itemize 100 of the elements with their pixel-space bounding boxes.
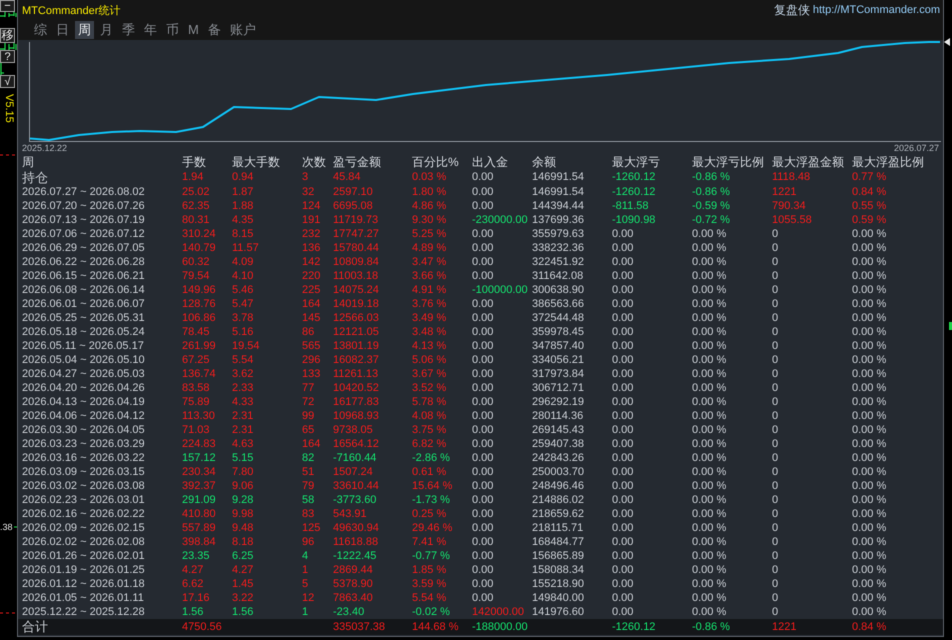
table-cell: 0.00 [472,297,494,311]
table-cell: 71.03 [182,423,210,437]
period-tab[interactable]: 币 [163,21,182,39]
column-header: 最大浮盈金额 [772,155,844,170]
table-cell: 359978.45 [532,325,584,339]
table-cell: 0 [772,451,778,465]
table-cell: 12 [302,591,314,605]
move-button[interactable]: 移 [0,28,15,43]
table-cell: 16564.12 [333,437,379,451]
table-cell: 0 [772,591,778,605]
table-cell: 10968.93 [333,409,379,423]
table-cell: 6.62 [182,577,204,591]
table-cell: 8.18 [232,535,254,549]
table-cell: 0.00 [612,437,634,451]
table-cell: 0.00 % [692,507,726,521]
period-tab[interactable]: 备 [204,21,224,39]
period-tab[interactable]: 账户 [226,21,259,39]
table-cell: 9.98 [232,507,254,521]
check-button[interactable]: √ [0,75,15,88]
table-cell: 3 [302,170,308,185]
table-cell: 3.47 % [412,255,446,269]
period-tab[interactable]: 周 [75,21,94,39]
table-cell: 0.00 [612,521,634,535]
table-cell: 220 [302,269,320,283]
table-cell: 0.00 % [692,255,726,269]
table-cell: 4.09 [232,255,254,269]
table-cell: 86 [302,325,314,339]
table-cell: 355979.63 [532,227,584,241]
period-tab[interactable]: M [185,21,202,39]
table-cell: 0.00 % [852,227,886,241]
table-cell: 1.56 [232,605,254,619]
table-cell: 0 [772,339,778,353]
table-cell: 16177.83 [333,395,379,409]
table-cell: 1055.58 [772,213,812,227]
table-cell: 392.37 [182,479,216,493]
minus-button[interactable]: − [0,0,15,12]
table-cell: 145 [302,311,320,325]
table-cell: -811.58 [612,199,648,213]
table-cell: 0 [772,535,778,549]
table-cell: 4.91 % [412,283,446,297]
table-cell: 0 [772,493,778,507]
row-label: 2026.07.27 ~ 2026.08.02 [22,185,145,199]
period-tab[interactable]: 季 [119,21,138,39]
table-cell: 0 [772,311,778,325]
table-cell: 0.00 [472,199,494,213]
table-cell: 790.34 [772,199,806,213]
column-header: 余额 [532,155,556,170]
row-label: 2026.07.20 ~ 2026.07.26 [22,199,145,213]
period-tab[interactable]: 月 [97,21,116,39]
table-cell: 7863.40 [333,591,373,605]
table-cell: 0.00 [612,535,634,549]
period-tab[interactable]: 综 [31,21,50,39]
table-cell: 0.00 [472,269,494,283]
table-cell: 113.30 [182,409,215,423]
table-cell: 15780.44 [333,241,379,255]
table-cell: 0.00 [472,507,494,521]
table-cell: 0 [772,283,778,297]
row-label: 2026.03.02 ~ 2026.03.08 [22,479,145,493]
website-link[interactable]: http://MTCommander.com [812,4,940,16]
table-cell: 12121.05 [333,325,379,339]
table-cell: 0.00 % [692,479,726,493]
window-title: MTCommander统计 [22,4,120,18]
table-cell: -0.72 % [692,213,730,227]
table-cell: -7160.44 [333,451,376,465]
row-label: 2026.04.27 ~ 2026.05.03 [22,367,145,381]
table-cell: 0 [772,549,778,563]
table-cell: 0.00 [612,605,634,619]
table-cell: 0.00 [612,549,634,563]
row-label: 2026.04.20 ~ 2026.04.26 [22,381,145,395]
table-cell: 3.62 [232,367,254,381]
table-cell: 0.00 % [692,325,726,339]
period-tab[interactable]: 年 [141,21,160,39]
table-cell: 62.35 [182,199,210,213]
row-label: 2026.01.26 ~ 2026.02.01 [22,549,145,563]
table-cell: 0 [772,521,778,535]
table-cell: 0.55 % [852,199,886,213]
table-cell: 75.89 [182,395,210,409]
table-cell: 0.00 % [852,451,886,465]
table-cell: 77 [302,381,314,395]
table-cell: 146991.54 [532,170,584,185]
table-cell: 7.80 [232,465,254,479]
column-header: 最大浮亏比例 [692,155,764,170]
table-cell: 4 [302,549,308,563]
table-cell: 29.46 % [412,521,452,535]
table-cell: 0.00 % [692,465,726,479]
row-label: 2026.05.11 ~ 2026.05.17 [22,339,144,353]
table-cell: -23.40 [333,605,364,619]
table-cell: 58 [302,493,314,507]
help-button[interactable]: ? [0,50,15,63]
table-cell: 0.00 [612,451,634,465]
row-label: 2026.02.09 ~ 2026.02.15 [22,521,145,535]
period-tab[interactable]: 日 [53,21,72,39]
row-label: 2026.04.13 ~ 2026.04.19 [22,395,145,409]
table-cell: 280114.36 [532,409,584,423]
table-cell: 19.54 [232,339,260,353]
price-bars-drawing [0,12,17,17]
table-cell: 0 [772,563,778,577]
table-cell: -1260.12 [612,185,656,199]
table-cell: 4.35 [232,213,254,227]
table-cell: 0.00 % [692,311,726,325]
